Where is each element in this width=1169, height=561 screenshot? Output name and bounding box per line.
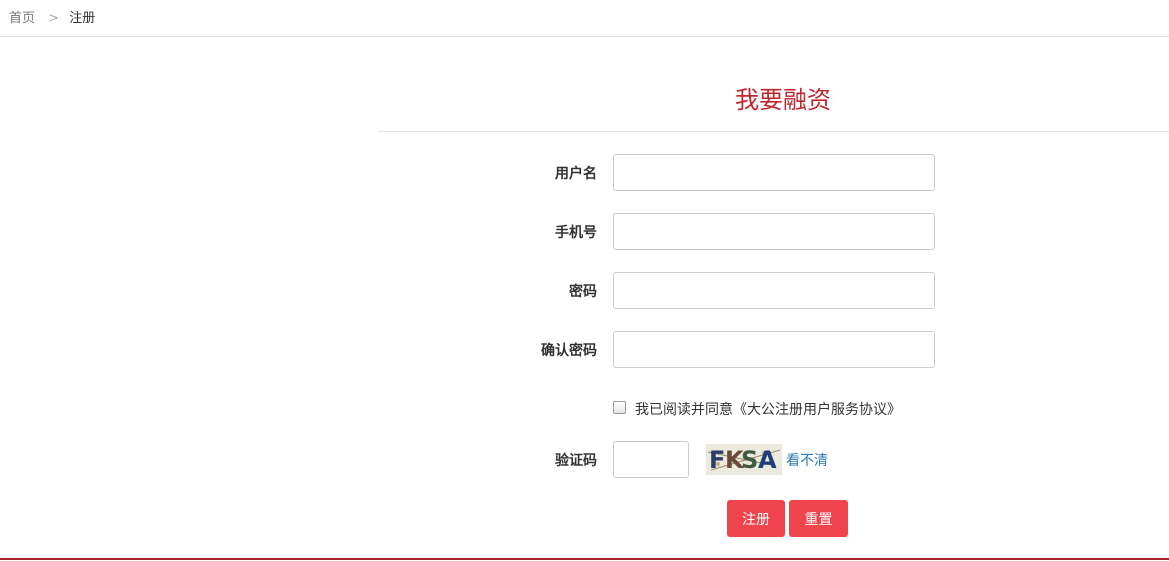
username-input[interactable] — [613, 154, 935, 191]
captcha-input[interactable] — [613, 441, 689, 478]
captcha-image[interactable]: F K S A — [706, 444, 782, 475]
breadcrumb-separator: > — [48, 11, 60, 26]
confirm-password-label: 确认密码 — [541, 343, 597, 359]
breadcrumb-current: 注册 — [69, 11, 96, 26]
breadcrumb: 首页 > 注册 — [0, 0, 1169, 37]
captcha-char-1: F — [709, 446, 726, 474]
register-button[interactable]: 注册 — [727, 500, 785, 537]
password-input[interactable] — [613, 272, 935, 309]
agreement-text[interactable]: 我已阅读并同意《大公注册用户服务协议》 — [635, 399, 901, 419]
captcha-char-3: S — [741, 446, 759, 474]
confirm-password-input[interactable] — [613, 331, 935, 368]
phone-input[interactable] — [613, 213, 935, 250]
agreement-checkbox[interactable] — [613, 401, 626, 414]
page-title: 我要融资 — [735, 86, 831, 114]
captcha-refresh-link[interactable]: 看不清 — [786, 450, 828, 470]
title-divider — [378, 131, 1169, 132]
breadcrumb-home-link[interactable]: 首页 — [9, 11, 35, 26]
username-label: 用户名 — [555, 166, 597, 182]
captcha-char-4: A — [758, 446, 777, 474]
reset-button[interactable]: 重置 — [789, 500, 848, 537]
footer-divider — [0, 558, 1169, 560]
phone-label: 手机号 — [555, 225, 597, 241]
captcha-label: 验证码 — [555, 453, 597, 469]
password-label: 密码 — [569, 284, 597, 300]
